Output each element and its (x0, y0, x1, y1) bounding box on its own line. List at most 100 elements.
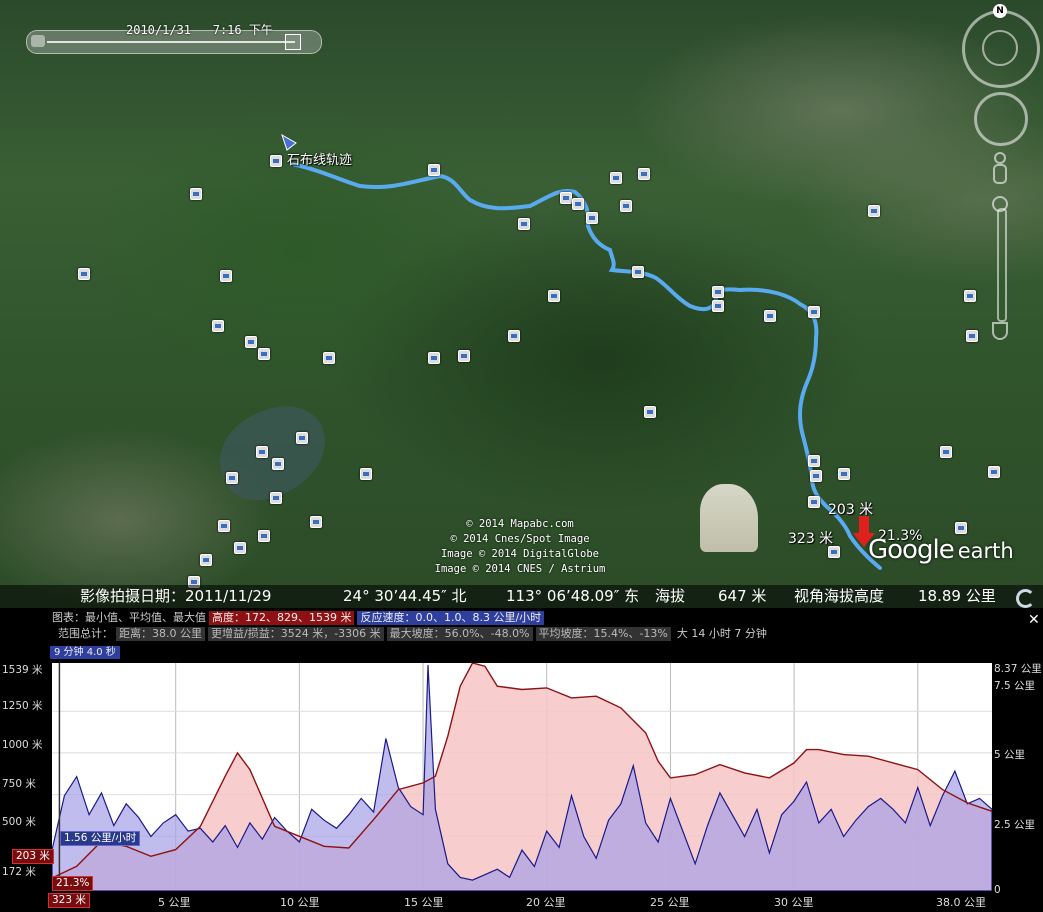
cursor-slope-flag: 21.3% (52, 876, 94, 891)
time-slider-settings-button[interactable] (31, 35, 45, 47)
y-left-tick: 1250 米 (2, 700, 43, 712)
placemark-icon[interactable] (360, 468, 372, 480)
placemark-icon[interactable] (256, 446, 268, 458)
time-slider-readout: 2010/1/31 7:16 下午 (126, 21, 273, 38)
placemark-icon[interactable] (458, 350, 470, 362)
placemark-icon[interactable] (808, 306, 820, 318)
y-left-tick: 172 米 (2, 866, 36, 878)
placemark-icon[interactable] (258, 348, 270, 360)
elevation-speed-chart[interactable] (52, 663, 992, 891)
placemark-icon[interactable] (940, 446, 952, 458)
placemark-icon[interactable] (518, 218, 530, 230)
copyright-line: Image © 2014 DigitalGlobe (440, 548, 600, 560)
placemark-icon[interactable] (200, 554, 212, 566)
placemark-icon[interactable] (258, 530, 270, 542)
placemark-icon[interactable] (764, 310, 776, 322)
route-label[interactable]: 石布线轨迹 (287, 149, 352, 168)
cursor-distance-flag: 323 米 (48, 893, 90, 908)
copyright-line: Image © 2014 CNES / Astrium (434, 563, 606, 575)
x-tick: 5 公里 (158, 896, 191, 909)
time-slider-time: 7:16 下午 (212, 23, 273, 37)
placemark-icon[interactable] (428, 164, 440, 176)
totals-label: 范围总计： (58, 627, 113, 640)
placemark-icon[interactable] (632, 266, 644, 278)
placemark-icon[interactable] (428, 352, 440, 364)
x-tick: 38.0 公里 (936, 896, 986, 909)
eye-altitude-label: 视角海拔高度 (794, 587, 885, 605)
x-tick: 30 公里 (774, 896, 814, 909)
x-tick: 10 公里 (280, 896, 320, 909)
x-tick: 20 公里 (526, 896, 566, 909)
cursor-speed-flag: 1.56 公里/小时 (60, 831, 141, 846)
street-view-pegman-icon[interactable] (990, 152, 1010, 186)
placemark-icon[interactable] (323, 352, 335, 364)
avg-slope: 平均坡度：15.4%、-13% (535, 627, 671, 641)
placemark-icon[interactable] (712, 286, 724, 298)
placemark-icon[interactable] (220, 270, 232, 282)
cursor-elevation-flag: 203 米 (12, 849, 54, 864)
placemark-icon[interactable] (572, 198, 584, 210)
elevation-stats-button[interactable]: 高度：172、829、1539 米 (209, 611, 355, 625)
look-joystick[interactable] (982, 30, 1018, 66)
total-time: 大 14 小时 7 分钟 (676, 627, 767, 640)
total-distance: 距离：38.0 公里 (116, 627, 205, 641)
close-profile-icon[interactable]: ✕ (1028, 612, 1040, 628)
move-joystick[interactable] (974, 92, 1028, 146)
zoom-slider[interactable] (997, 208, 1007, 322)
placemark-icon[interactable] (560, 192, 572, 204)
placemark-icon[interactable] (212, 320, 224, 332)
imagery-date: 影像拍摄日期：2011/11/29 (80, 587, 272, 605)
cursor-distance-label: 323 米 (788, 531, 834, 547)
y-right-tick: 2.5 公里 (994, 819, 1036, 831)
placemark-icon[interactable] (245, 336, 257, 348)
placemark-icon[interactable] (310, 516, 322, 528)
map-viewport[interactable]: 2010/1/31 7:16 下午 石布线轨迹 © 2014 Mapabc.co… (0, 0, 1043, 608)
y-left-tick: 500 米 (2, 816, 36, 828)
placemark-icon[interactable] (190, 188, 202, 200)
x-tick: 25 公里 (650, 896, 690, 909)
x-tick: 15 公里 (404, 896, 444, 909)
placemark-icon[interactable] (955, 522, 967, 534)
placemark-icon[interactable] (638, 168, 650, 180)
placemark-icon[interactable] (270, 155, 282, 167)
placemark-icon[interactable] (234, 542, 246, 554)
status-bar: 影像拍摄日期：2011/11/29 24° 30’44.45″ 北 113° 0… (0, 585, 1043, 608)
placemark-icon[interactable] (270, 492, 282, 504)
placemark-icon[interactable] (964, 290, 976, 302)
latitude: 24° 30’44.45″ 北 (343, 587, 467, 605)
zoom-out-icon[interactable] (990, 320, 1010, 342)
placemark-icon[interactable] (548, 290, 560, 302)
placemark-icon[interactable] (586, 212, 598, 224)
placemark-icon[interactable] (712, 300, 724, 312)
cursor-time-readout: 9 分钟 4.0 秒 (50, 646, 120, 659)
placemark-icon[interactable] (218, 520, 230, 532)
placemark-icon[interactable] (810, 470, 822, 482)
placemark-icon[interactable] (508, 330, 520, 342)
speed-stats-button[interactable]: 反应速度：0.0、1.0、8.3 公里/小时 (357, 611, 545, 625)
y-left-tick: 750 米 (2, 778, 36, 790)
profile-stats-row: 图表：最小值、平均值、最大值 高度：172、829、1539 米反应速度：0.0、… (52, 611, 545, 625)
placemark-icon[interactable] (620, 200, 632, 212)
y-right-tick: 8.37 公里 (994, 663, 1042, 675)
placemark-icon[interactable] (296, 432, 308, 444)
placemark-icon[interactable] (644, 406, 656, 418)
placemark-icon[interactable] (226, 472, 238, 484)
elevation-label: 海拔 (655, 587, 686, 605)
y-left-tick: 1539 米 (2, 664, 43, 676)
placemark-icon[interactable] (272, 458, 284, 470)
placemark-icon[interactable] (808, 496, 820, 508)
placemark-icon[interactable] (988, 466, 1000, 478)
copyright-line: © 2014 Cnes/Spot Image (450, 533, 590, 545)
placemark-icon[interactable] (610, 172, 622, 184)
time-slider-track[interactable] (47, 41, 295, 43)
placemark-icon[interactable] (966, 330, 978, 342)
placemark-icon[interactable] (808, 455, 820, 467)
north-indicator[interactable]: N (993, 4, 1007, 18)
route-start-arrow (281, 133, 297, 151)
placemark-icon[interactable] (868, 205, 880, 217)
stats-label: 图表：最小值、平均值、最大值 (52, 611, 206, 624)
y-right-tick: 0 (994, 884, 1001, 896)
placemark-icon[interactable] (78, 268, 90, 280)
time-slider-handle[interactable] (285, 34, 301, 50)
placemark-icon[interactable] (838, 468, 850, 480)
